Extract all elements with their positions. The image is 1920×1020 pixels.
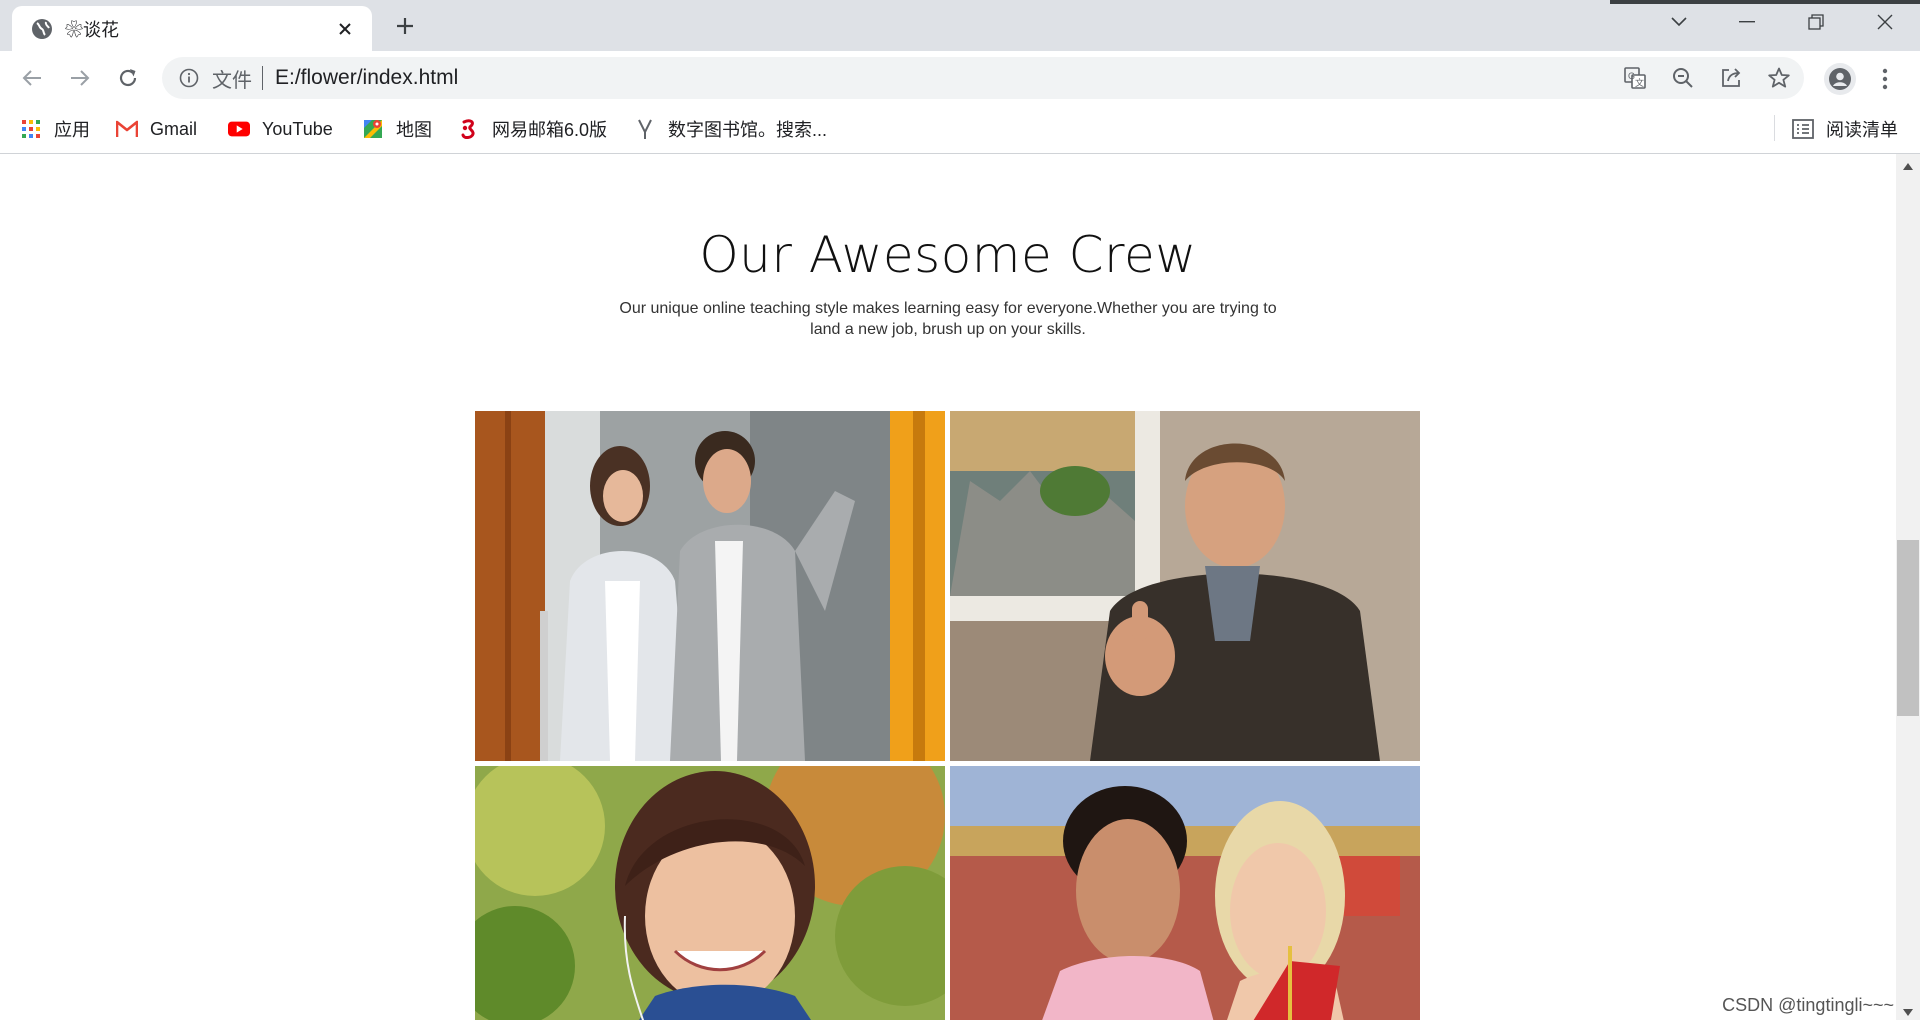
bookmarks-divider (1774, 115, 1775, 141)
address-separator (262, 66, 263, 90)
bookmark-label: 数字图书馆。搜索... (668, 120, 828, 140)
browser-toolbar: 文件 E:/flower/index.html G文 (0, 51, 1920, 105)
url-text[interactable]: E:/flower/index.html (275, 66, 458, 90)
reading-list-icon (1792, 118, 1814, 140)
close-tab-icon[interactable] (334, 18, 356, 40)
scroll-down-arrow-icon[interactable] (1902, 1006, 1914, 1018)
page-viewport: Our Awesome Crew Our unique online teach… (0, 154, 1896, 1020)
close-window-button[interactable] (1857, 8, 1913, 36)
youtube-icon (228, 118, 250, 140)
library-icon (634, 118, 656, 140)
bookmark-library[interactable]: 数字图书馆。搜索... (634, 115, 827, 143)
globe-icon (31, 18, 53, 40)
reading-list-button[interactable]: 阅读清单 (1792, 115, 1898, 143)
tab-title: ❀谈花 (65, 19, 119, 40)
share-icon[interactable] (1717, 64, 1745, 92)
forward-button[interactable] (66, 64, 94, 92)
apps-grid-icon (20, 118, 42, 140)
tab-strip: ❀谈花 (0, 0, 1920, 51)
svg-text:G: G (1628, 71, 1635, 81)
netease-mail-icon (458, 118, 480, 140)
gmail-icon (116, 118, 138, 140)
bookmark-label: 应用 (54, 120, 90, 140)
bookmark-maps[interactable]: 地图 (362, 115, 432, 143)
bookmark-label: 网易邮箱6.0版 (492, 120, 608, 140)
profile-avatar-icon[interactable] (1824, 63, 1856, 95)
bookmarks-bar: 应用 Gmail YouTube 地图 网易邮箱6.0版 数字图书馆。搜索... (0, 105, 1920, 154)
bookmark-netease-mail[interactable]: 网易邮箱6.0版 (458, 115, 607, 143)
page-scrollbar[interactable] (1896, 154, 1920, 1020)
translate-icon[interactable]: G文 (1621, 64, 1649, 92)
section-heading: Our Awesome Crew (699, 226, 1197, 284)
maps-icon (362, 118, 384, 140)
restore-button[interactable] (1788, 8, 1844, 36)
reading-list-label: 阅读清单 (1826, 120, 1898, 140)
scheme-label: 文件 (212, 69, 252, 92)
svg-text:文: 文 (1635, 77, 1644, 89)
bookmark-label: 地图 (396, 120, 432, 140)
crew-photo-couple-door (475, 411, 945, 761)
bookmark-youtube[interactable]: YouTube (228, 115, 333, 143)
window-top-edge (1610, 0, 1920, 4)
bookmark-label: YouTube (262, 118, 333, 139)
scrollbar-thumb[interactable] (1897, 540, 1919, 716)
bookmark-star-icon[interactable] (1765, 64, 1793, 92)
tab-search-chevron-icon[interactable] (1651, 8, 1707, 36)
crew-photo-woman-earbuds (475, 766, 945, 1020)
bookmark-apps[interactable]: 应用 (20, 115, 90, 143)
minimize-button[interactable] (1719, 8, 1775, 36)
crew-photo-thumbs-up (950, 411, 1420, 761)
section-subtitle: Our unique online teaching style makes l… (619, 300, 1277, 338)
address-bar[interactable]: 文件 E:/flower/index.html (162, 57, 1804, 99)
back-button[interactable] (18, 64, 46, 92)
more-menu-icon[interactable] (1872, 65, 1898, 93)
new-tab-button[interactable] (392, 13, 418, 39)
site-info-icon[interactable] (178, 67, 200, 89)
csdn-watermark: CSDN @tingtingli~~~ (1722, 995, 1894, 1015)
scroll-up-arrow-icon[interactable] (1902, 160, 1914, 172)
bookmark-gmail[interactable]: Gmail (116, 115, 197, 143)
bookmark-label: Gmail (150, 118, 198, 139)
crew-photo-couple-flags (950, 766, 1420, 1020)
zoom-icon[interactable] (1669, 64, 1697, 92)
browser-tab[interactable]: ❀谈花 (12, 6, 372, 51)
reload-button[interactable] (114, 64, 142, 92)
